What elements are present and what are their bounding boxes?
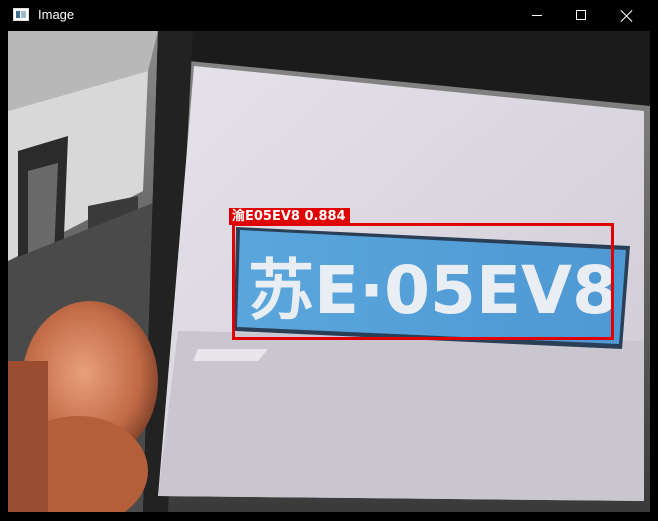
minimize-icon: [532, 15, 542, 16]
image-window-icon: [13, 8, 29, 21]
maximize-icon: [576, 10, 586, 20]
title-bar[interactable]: Image: [0, 0, 658, 31]
image-viewport: 苏E·05EV8 渝E05EV8 0.884: [8, 31, 650, 512]
detection-box: [232, 223, 614, 340]
close-button[interactable]: [604, 0, 650, 31]
minimize-button[interactable]: [514, 0, 560, 31]
close-icon: [620, 9, 634, 23]
detection-label: 渝E05EV8 0.884: [229, 208, 350, 225]
maximize-button[interactable]: [558, 0, 604, 31]
image-window: Image 苏E·05EV8 渝E05EV8 0.884: [0, 0, 658, 521]
window-title: Image: [38, 7, 75, 22]
